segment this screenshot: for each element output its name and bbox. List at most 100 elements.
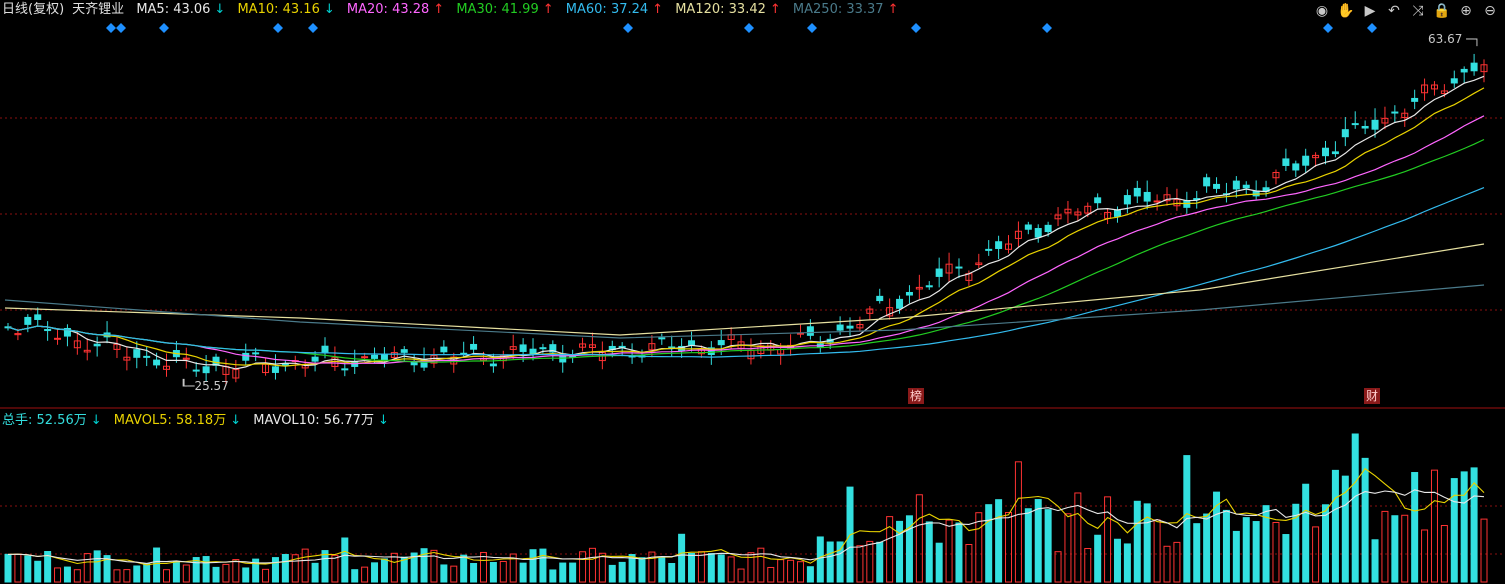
candle-body bbox=[935, 268, 943, 277]
volume-bar bbox=[618, 561, 626, 583]
volume-bar bbox=[1173, 541, 1181, 583]
event-marker-icon bbox=[807, 23, 817, 33]
volume-bar bbox=[172, 561, 180, 583]
volume-bar bbox=[529, 549, 537, 583]
candle-body bbox=[34, 314, 42, 320]
volume-bar bbox=[1361, 457, 1369, 583]
volume-bar bbox=[14, 553, 22, 583]
volume-bar bbox=[1232, 530, 1240, 583]
candle-body bbox=[1044, 224, 1052, 233]
candle-body bbox=[658, 337, 666, 340]
candle-body bbox=[153, 359, 161, 366]
volume-bar bbox=[489, 561, 497, 583]
volume-bar bbox=[668, 563, 676, 583]
volume-bar bbox=[1351, 433, 1359, 583]
volume-bar bbox=[351, 569, 359, 583]
volume-bar bbox=[678, 533, 686, 583]
candle-body bbox=[1391, 111, 1399, 114]
event-marker-icon bbox=[1323, 23, 1333, 33]
volume-bar bbox=[1054, 551, 1062, 583]
candle-body bbox=[1094, 197, 1102, 204]
volume-bar bbox=[1421, 529, 1429, 583]
volume-bar bbox=[876, 541, 884, 583]
volume-bar bbox=[1044, 509, 1052, 583]
candle-body bbox=[1331, 151, 1339, 155]
volume-bar bbox=[460, 554, 468, 583]
candle-body bbox=[1302, 155, 1310, 166]
volume-bar bbox=[1252, 521, 1260, 583]
candle-body bbox=[133, 349, 141, 358]
volume-bar bbox=[1153, 519, 1161, 583]
volume-bar bbox=[1331, 469, 1339, 583]
volume-bar bbox=[113, 569, 121, 583]
volume-bar bbox=[717, 554, 725, 583]
volume-bar bbox=[341, 537, 349, 583]
volume-bar bbox=[4, 553, 12, 583]
candle-body bbox=[1371, 119, 1379, 130]
volume-bar bbox=[361, 566, 369, 583]
candle-body bbox=[1450, 78, 1458, 84]
volume-bar bbox=[1272, 521, 1280, 583]
candlestick-chart[interactable] bbox=[0, 0, 1505, 584]
candle-body bbox=[470, 343, 478, 350]
volume-bar bbox=[470, 562, 478, 583]
volume-bar bbox=[63, 566, 71, 583]
volume-bar bbox=[638, 557, 646, 583]
event-marker-icon bbox=[623, 23, 633, 33]
finance-badge[interactable]: 财 bbox=[1364, 388, 1381, 404]
volume-bar bbox=[182, 564, 190, 583]
candle-body bbox=[925, 285, 933, 288]
volume-bar bbox=[1302, 483, 1310, 583]
volume-bar bbox=[1401, 514, 1409, 583]
mavol10-label: MAVOL10: 56.77万 ↓ bbox=[253, 413, 389, 428]
volume-bar bbox=[935, 542, 943, 583]
candle-body bbox=[1351, 123, 1359, 126]
volume-bar bbox=[1024, 508, 1032, 583]
volume-bar bbox=[153, 547, 161, 583]
candle-body bbox=[242, 352, 250, 361]
volume-bar bbox=[242, 567, 250, 583]
event-marker-icon bbox=[308, 23, 318, 33]
event-marker-icon bbox=[116, 23, 126, 33]
candle-body bbox=[1143, 191, 1151, 202]
candle-body bbox=[1292, 163, 1300, 171]
volume-bar bbox=[162, 569, 170, 583]
volume-bar bbox=[1064, 513, 1072, 583]
volume-bar bbox=[707, 553, 715, 583]
candle-body bbox=[1252, 190, 1260, 197]
volume-bar bbox=[985, 504, 993, 583]
volume-bar bbox=[826, 541, 834, 583]
volume-bar bbox=[579, 551, 587, 583]
volume-bar bbox=[1430, 469, 1438, 583]
candle-body bbox=[806, 326, 814, 336]
volume-bar bbox=[143, 563, 151, 583]
volume-bar bbox=[93, 550, 101, 583]
volume-bar bbox=[856, 545, 864, 583]
candle-body bbox=[1460, 68, 1468, 73]
volume-bar bbox=[806, 566, 814, 583]
volume-bar bbox=[697, 551, 705, 583]
candle-body bbox=[1203, 177, 1211, 187]
candle-body bbox=[539, 347, 547, 350]
volume-bar bbox=[866, 540, 874, 583]
candle-body bbox=[143, 355, 151, 358]
ranking-badge[interactable]: 榜 bbox=[908, 388, 925, 404]
volume-bar bbox=[380, 558, 388, 583]
ma10-line bbox=[7, 87, 1485, 367]
ma20-line bbox=[7, 115, 1485, 365]
volume-bar bbox=[1450, 478, 1458, 583]
volume-bar bbox=[430, 549, 438, 583]
volume-bar bbox=[311, 562, 319, 583]
event-marker-icon bbox=[911, 23, 921, 33]
volume-bar bbox=[519, 562, 527, 583]
volume-bar bbox=[232, 559, 240, 583]
candle-body bbox=[361, 356, 369, 359]
volume-bar bbox=[896, 520, 904, 583]
candle-body bbox=[1411, 97, 1419, 102]
volume-bar bbox=[133, 565, 141, 583]
ma5-line bbox=[7, 75, 1485, 370]
volume-bar bbox=[281, 553, 289, 583]
volume-bar bbox=[925, 521, 933, 583]
volume-bar bbox=[1282, 534, 1290, 583]
volume-bar bbox=[83, 553, 91, 583]
